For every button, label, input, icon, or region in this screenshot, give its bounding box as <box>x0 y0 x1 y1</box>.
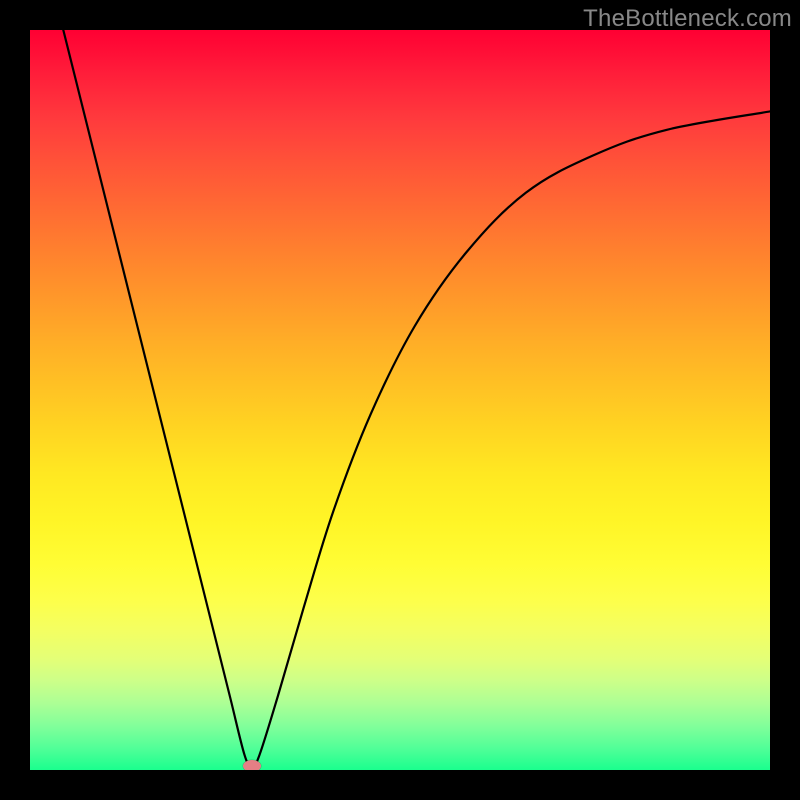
bottleneck-curve <box>30 30 770 770</box>
minimum-marker <box>243 760 261 770</box>
plot-area <box>30 30 770 770</box>
watermark-text: TheBottleneck.com <box>583 5 792 33</box>
chart-frame: TheBottleneck.com <box>0 0 800 800</box>
